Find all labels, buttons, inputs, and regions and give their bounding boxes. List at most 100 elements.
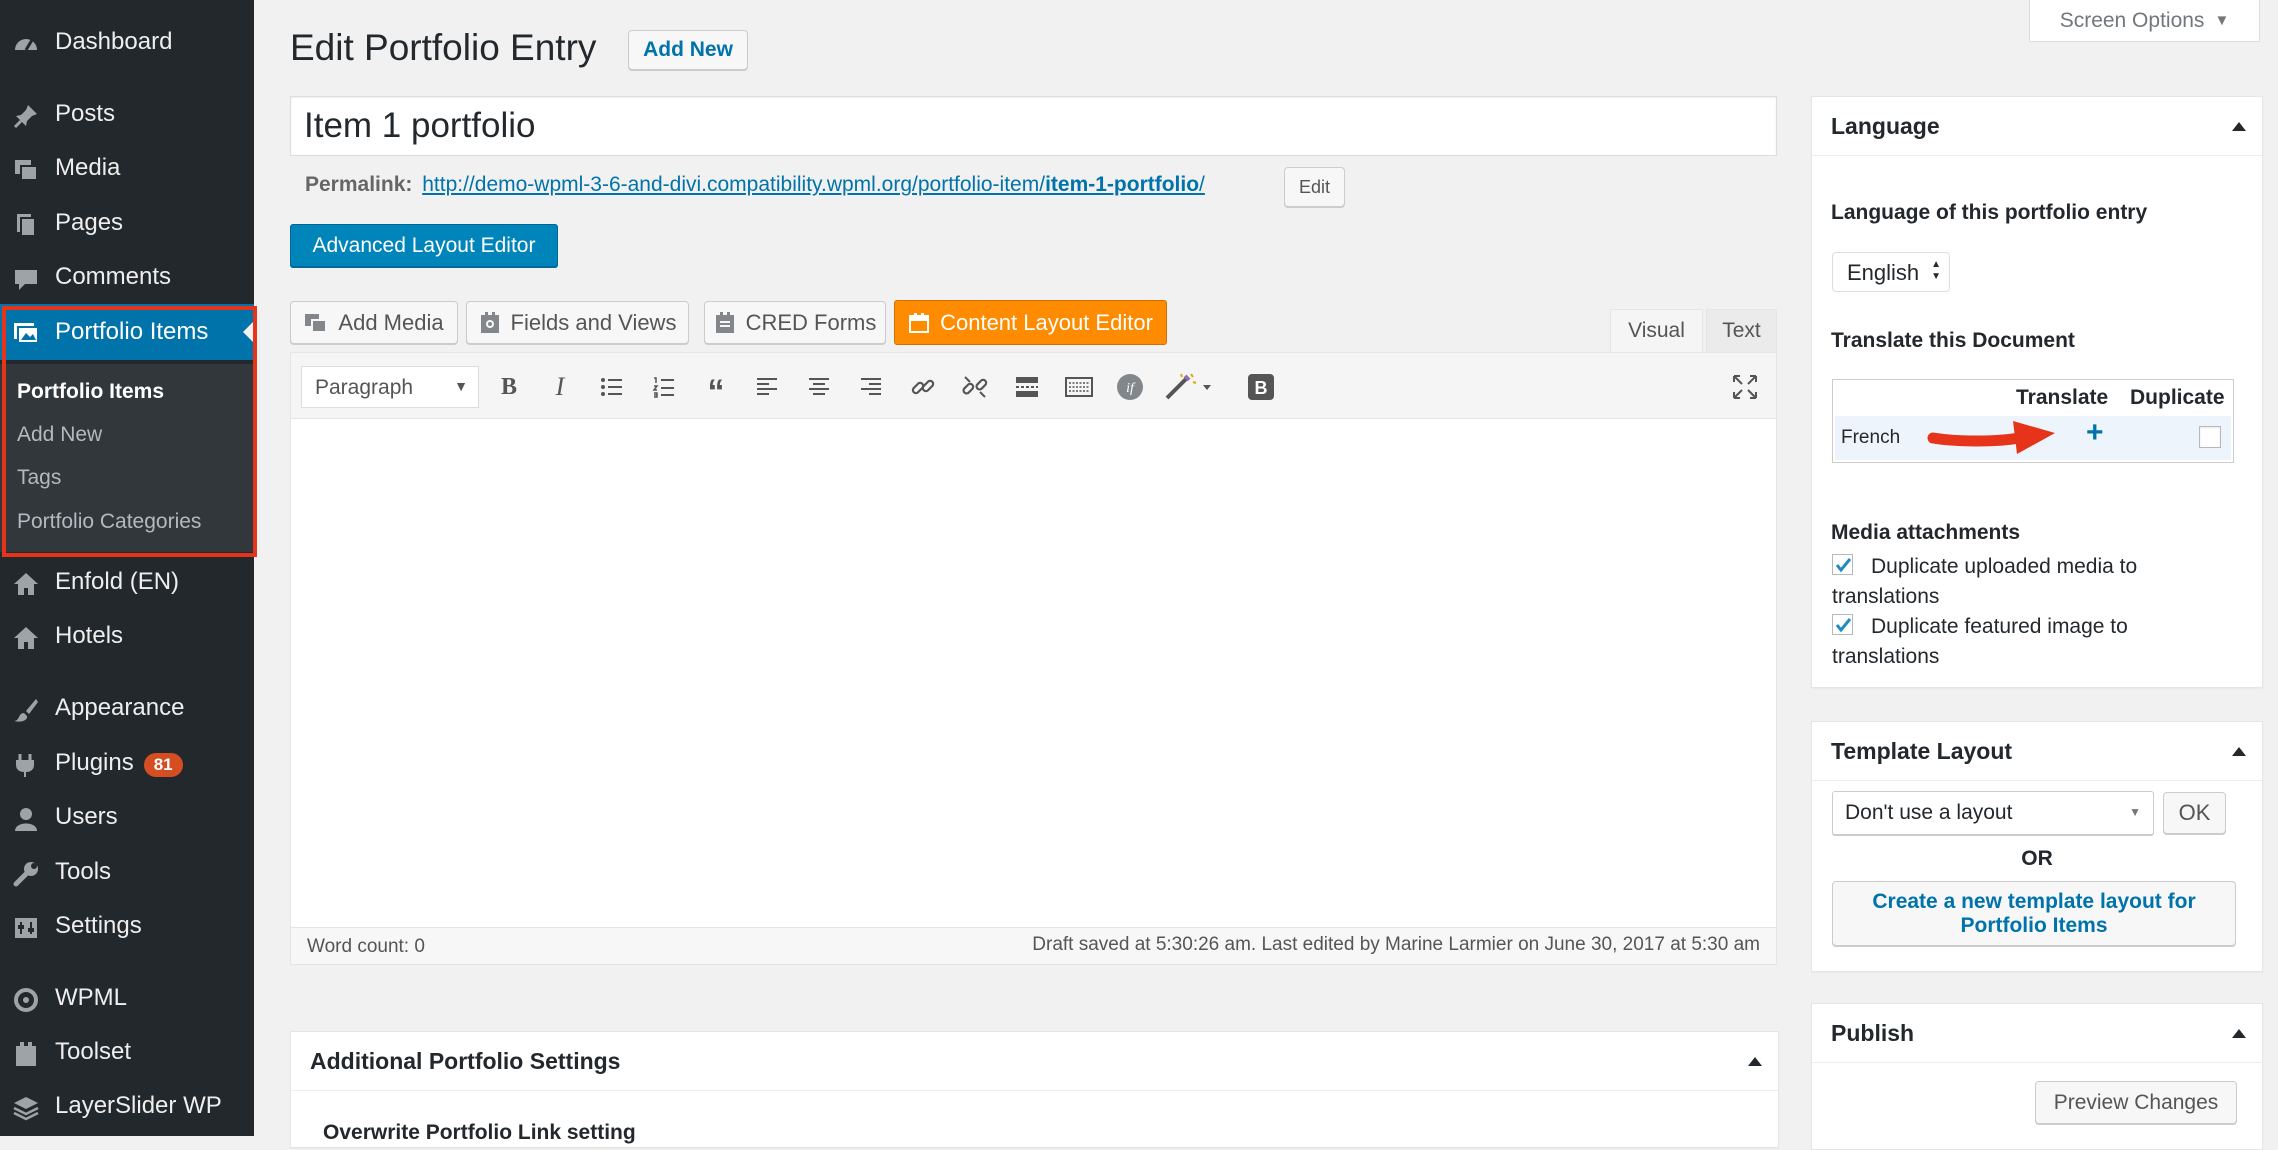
editor-wrap: Word count: 0 Draft saved at 5:30:26 am.… [290,352,1777,965]
template-layout-title: Template Layout [1831,738,2013,764]
conditional-if-icon[interactable]: if [1115,372,1145,402]
menu-dashboard[interactable]: Dashboard [0,15,254,69]
translation-table: Translate Duplicate French + [1832,379,2234,463]
italic-icon[interactable]: I [545,372,575,402]
blockquote-icon[interactable]: “ [701,372,731,409]
read-more-icon[interactable] [1012,372,1042,402]
numbered-list-icon[interactable] [649,372,679,402]
layout-select-value: Don't use a layout [1845,801,2013,824]
home-icon [12,624,40,652]
fields-and-views-label: Fields and Views [510,309,677,335]
editor-body[interactable] [291,419,1776,929]
layout-ok-button[interactable]: OK [2163,792,2226,834]
add-new-button[interactable]: Add New [628,30,748,70]
duplicate-checkbox[interactable] [2199,426,2221,448]
align-right-icon[interactable] [856,372,886,402]
unlink-icon[interactable] [960,372,990,402]
duplicate-media-option[interactable]: Duplicate uploaded media to translations [1832,552,2232,612]
toggle-arrow-icon[interactable] [1748,1057,1762,1066]
format-select[interactable]: Paragraph ▼ [301,366,479,408]
menu-hotels[interactable]: Hotels [0,609,254,663]
preview-changes-button[interactable]: Preview Changes [2035,1081,2237,1124]
advanced-layout-editor-button[interactable]: Advanced Layout Editor [290,224,558,267]
screen-options-button[interactable]: Screen Options ▼ [2029,0,2260,42]
language-title: Language [1831,113,1940,139]
language-select[interactable]: English ▲ ▼ [1832,252,1950,292]
toggle-arrow-icon[interactable] [2232,1029,2246,1038]
align-center-icon[interactable] [804,372,834,402]
select-arrow-icon: ▼ [2129,805,2141,819]
tab-text[interactable]: Text [1706,309,1777,352]
menu-wpml[interactable]: WPML [0,971,254,1025]
media-icon [12,156,40,184]
caret-down-icon: ▼ [2214,12,2230,29]
settings-icon [12,914,40,942]
content-layout-editor-button[interactable]: Content Layout Editor [894,300,1167,345]
permalink-slug: item-1-portfolio [1045,173,1200,196]
link-icon[interactable] [908,372,938,402]
pin-icon [12,102,40,130]
title-input[interactable]: Item 1 portfolio [290,96,1777,156]
menu-media[interactable]: Media [0,141,254,195]
submenu-add-new[interactable]: Add New [17,423,102,447]
page-title: Edit Portfolio Entry [290,27,597,68]
permalink-edit-button[interactable]: Edit [1284,167,1345,207]
menu-enfold[interactable]: Enfold (EN) [0,555,254,609]
menu-pages[interactable]: Pages [0,196,254,250]
language-panel: Language Language of this portfolio entr… [1811,96,2263,688]
template-layout-panel: Template Layout Don't use a layout ▼ OK … [1811,721,2263,972]
create-template-line2: Portfolio Items [1960,913,2108,937]
additional-settings-title: Additional Portfolio Settings [310,1048,621,1074]
publish-header[interactable]: Publish [1812,1004,2262,1063]
menu-portfolio-items[interactable]: Portfolio Items [0,304,254,360]
duplicate-featured-option[interactable]: Duplicate featured image to translations [1832,612,2232,672]
dashboard-icon [12,30,40,58]
comment-icon [12,265,40,293]
check-icon[interactable] [1832,554,1853,575]
toolbar-toggle-icon[interactable] [1064,372,1094,402]
bold-icon[interactable]: B [494,372,524,402]
tab-visual[interactable]: Visual [1610,309,1703,352]
translate-plus-icon[interactable]: + [2086,418,2104,448]
menu-users[interactable]: Users [0,790,254,844]
toggle-arrow-icon[interactable] [2232,122,2246,131]
bootstrap-b-icon[interactable]: B [1246,372,1276,402]
fullscreen-icon[interactable] [1730,372,1760,402]
menu-plugins[interactable]: Plugins 81 [0,736,254,790]
menu-tools[interactable]: Tools [0,845,254,899]
permalink-label: Permalink: [305,173,413,196]
submenu-portfolio-categories[interactable]: Portfolio Categories [17,510,201,534]
menu-toolset[interactable]: Toolset [0,1025,254,1079]
cred-forms-label: CRED Forms [745,309,877,335]
word-count: Word count: 0 [307,936,425,957]
create-template-layout-button[interactable]: Create a new template layout for Portfol… [1832,881,2236,946]
menu-layerslider[interactable]: LayerSlider WP [0,1079,254,1133]
permalink-link[interactable]: http://demo-wpml-3-6-and-divi.compatibil… [422,173,1205,196]
submenu-tags[interactable]: Tags [17,466,61,490]
bullet-list-icon[interactable] [597,372,627,402]
toggle-arrow-icon[interactable] [2232,747,2246,756]
col-translate-header: Translate [2016,386,2109,409]
menu-comments[interactable]: Comments [0,250,254,304]
check-icon[interactable] [1832,614,1853,635]
screen-options-label: Screen Options [2059,8,2205,32]
portfolio-submenu: Portfolio Items Add New Tags Portfolio C… [0,364,254,552]
cred-forms-button[interactable]: CRED Forms [704,301,886,344]
menu-posts[interactable]: Posts [0,87,254,141]
add-media-button[interactable]: Add Media [290,301,458,344]
align-left-icon[interactable] [752,372,782,402]
calendar-icon [908,312,930,334]
wpml-icon [12,986,40,1014]
layout-select[interactable]: Don't use a layout ▼ [1832,791,2154,835]
additional-settings-header[interactable]: Additional Portfolio Settings [291,1032,1778,1091]
menu-appearance[interactable]: Appearance [0,681,254,735]
french-label: French [1841,427,1901,448]
magic-wand-icon[interactable] [1163,372,1215,402]
fields-and-views-button[interactable]: Fields and Views [466,301,689,344]
language-header[interactable]: Language [1812,97,2262,156]
submenu-portfolio-items[interactable]: Portfolio Items [17,380,164,404]
template-layout-header[interactable]: Template Layout [1812,722,2262,781]
or-label: OR [2021,847,2053,870]
menu-settings[interactable]: Settings [0,899,254,953]
create-template-line1: Create a new template layout for [1872,889,2196,913]
